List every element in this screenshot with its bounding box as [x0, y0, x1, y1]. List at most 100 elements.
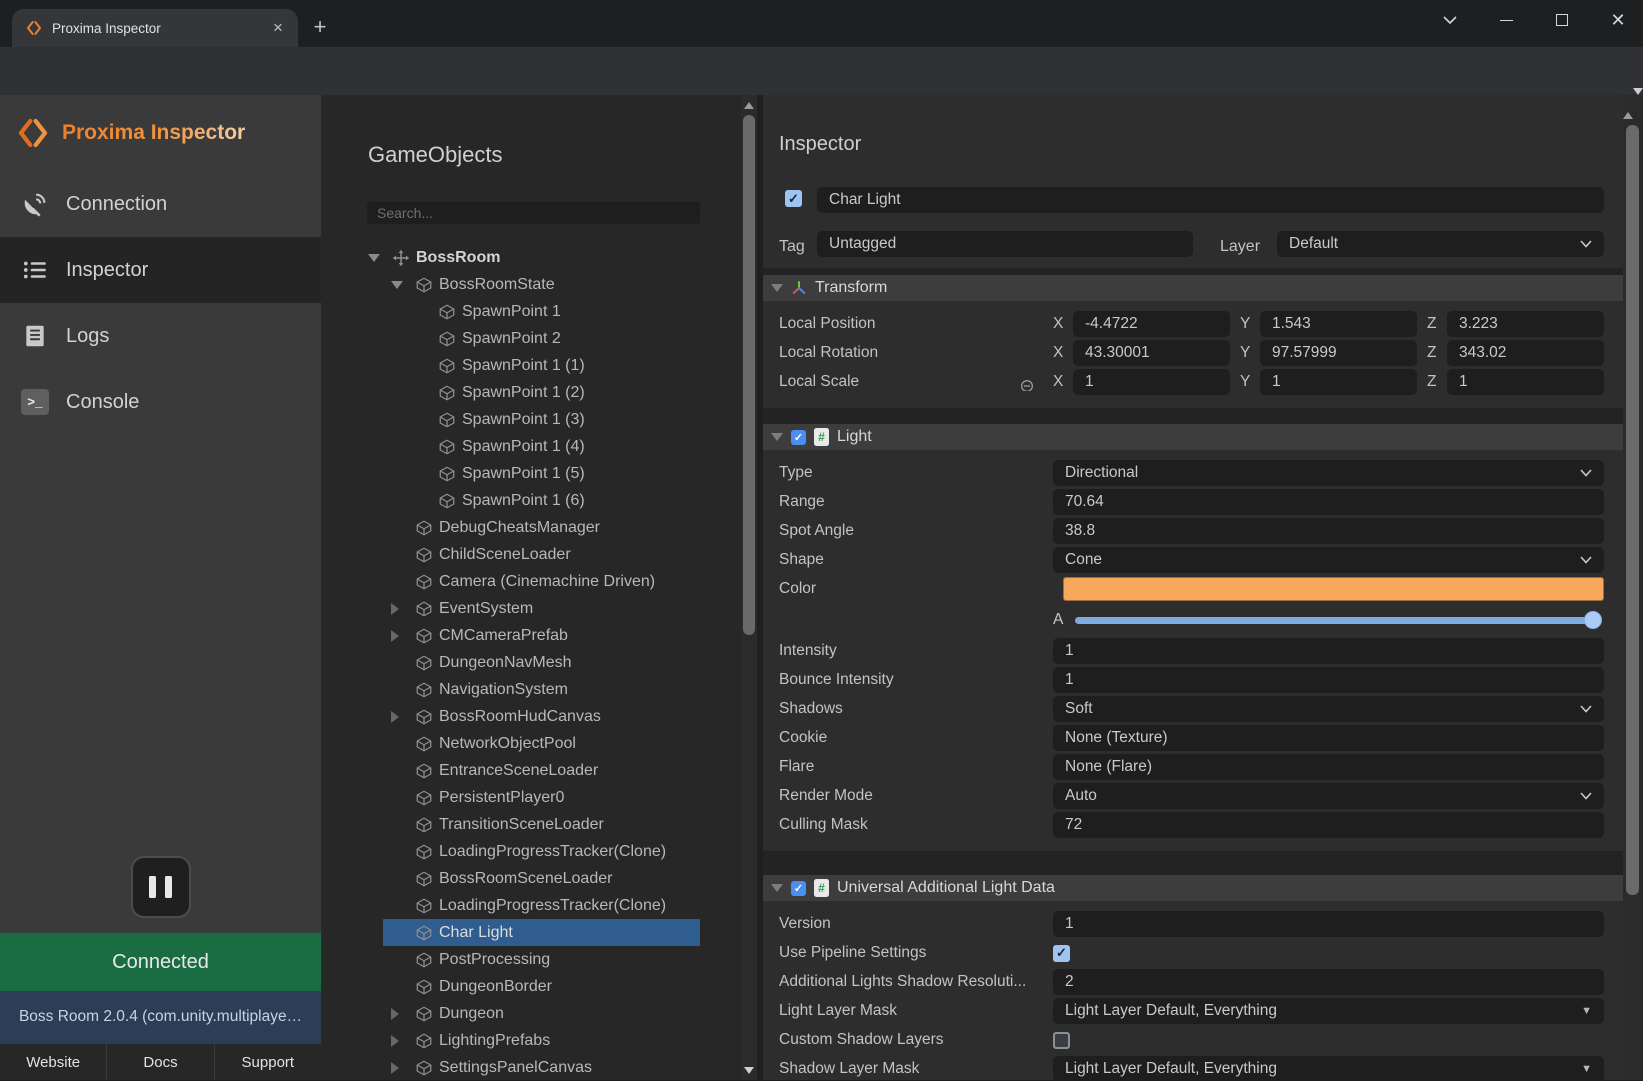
foldout-triangle-icon[interactable] — [771, 884, 783, 892]
tag-input[interactable]: Untagged — [817, 231, 1193, 257]
slider-track[interactable] — [1075, 617, 1600, 624]
tree-item[interactable]: EventSystem — [322, 595, 741, 622]
tree-item[interactable]: NetworkObjectPool — [322, 730, 741, 757]
window-minimize-button[interactable] — [1489, 5, 1523, 35]
vector-y-input[interactable]: 1 — [1260, 369, 1417, 395]
component-enabled-checkbox[interactable]: ✓ — [791, 881, 806, 896]
window-menu-chevron-icon[interactable] — [1433, 5, 1467, 35]
property-input[interactable]: 1 — [1053, 911, 1604, 937]
object-enabled-checkbox[interactable]: ✓ — [785, 190, 802, 207]
component-enabled-checkbox[interactable]: ✓ — [791, 430, 806, 445]
property-input[interactable]: None (Texture) — [1053, 725, 1604, 751]
property-input[interactable]: 2 — [1053, 969, 1604, 995]
footer-link-docs[interactable]: Docs — [107, 1044, 214, 1080]
sidebar-item-console[interactable]: >_Console — [0, 369, 321, 435]
tree-item[interactable]: Camera (Cinemachine Driven) — [322, 568, 741, 595]
tree-item[interactable]: TransitionSceneLoader — [322, 811, 741, 838]
pause-button[interactable] — [131, 856, 191, 918]
property-input[interactable]: 1 — [1053, 667, 1604, 693]
window-close-button[interactable]: ✕ — [1601, 5, 1635, 35]
scroll-up-icon[interactable] — [1623, 95, 1633, 119]
tree-item[interactable]: LoadingProgressTracker(Clone) — [322, 892, 741, 919]
footer-link-support[interactable]: Support — [215, 1044, 321, 1080]
property-select[interactable]: Cone — [1053, 547, 1604, 573]
property-input[interactable]: 70.64 — [1053, 489, 1604, 515]
tree-collapse-icon[interactable] — [391, 711, 415, 723]
tree-item[interactable]: LightingPrefabs — [322, 1027, 741, 1054]
gameobjects-scrollbar[interactable] — [741, 95, 757, 1080]
tree-item[interactable]: SpawnPoint 1 (4) — [322, 433, 741, 460]
vector-z-input[interactable]: 1 — [1447, 369, 1604, 395]
property-checkbox[interactable] — [1053, 1032, 1070, 1049]
vector-y-input[interactable]: 97.57999 — [1260, 340, 1417, 366]
property-mask-dropdown[interactable]: Light Layer Default, Everything▼ — [1053, 1056, 1604, 1080]
tree-item[interactable]: Dungeon — [322, 1000, 741, 1027]
component-header[interactable]: Transform — [763, 275, 1623, 301]
tree-item[interactable]: DebugCheatsManager — [322, 514, 741, 541]
tree-item[interactable]: EntranceSceneLoader — [322, 757, 741, 784]
tree-item[interactable]: SpawnPoint 2 — [322, 325, 741, 352]
property-select[interactable]: Directional — [1053, 460, 1604, 486]
foldout-triangle-icon[interactable] — [771, 433, 783, 441]
property-mask-dropdown[interactable]: Light Layer Default, Everything▼ — [1053, 998, 1604, 1024]
property-input[interactable]: None (Flare) — [1053, 754, 1604, 780]
tree-item[interactable]: BossRoomHudCanvas — [322, 703, 741, 730]
alpha-slider[interactable]: A — [1053, 607, 1604, 633]
tree-item[interactable]: NavigationSystem — [322, 676, 741, 703]
sidebar-item-inspector[interactable]: Inspector — [0, 237, 321, 303]
color-swatch[interactable] — [1063, 577, 1604, 601]
scrollbar-thumb[interactable] — [743, 115, 755, 635]
tree-item[interactable]: SpawnPoint 1 (3) — [322, 406, 741, 433]
scrollbar-thumb[interactable] — [1626, 125, 1639, 895]
vector-z-input[interactable]: 3.223 — [1447, 311, 1604, 337]
tree-item[interactable]: BossRoom — [322, 244, 741, 271]
tree-item[interactable]: SpawnPoint 1 (2) — [322, 379, 741, 406]
tree-collapse-icon[interactable] — [391, 1062, 415, 1074]
property-input[interactable]: 72 — [1053, 812, 1604, 838]
tree-collapse-icon[interactable] — [391, 603, 415, 615]
tree-item[interactable]: LoadingProgressTracker(Clone) — [322, 838, 741, 865]
scroll-down-icon[interactable] — [741, 1062, 757, 1078]
link-icon[interactable] — [1019, 378, 1035, 391]
tree-item[interactable]: CMCameraPrefab — [322, 622, 741, 649]
scroll-down-icon[interactable] — [1633, 88, 1643, 112]
property-checkbox[interactable]: ✓ — [1053, 945, 1070, 962]
vector-x-input[interactable]: -4.4722 — [1073, 311, 1230, 337]
tree-collapse-icon[interactable] — [391, 1035, 415, 1047]
tree-expand-icon[interactable] — [391, 281, 415, 289]
tree-item[interactable]: DungeonBorder — [322, 973, 741, 1000]
foldout-triangle-icon[interactable] — [771, 284, 783, 292]
tree-item[interactable]: SpawnPoint 1 — [322, 298, 741, 325]
tree-item[interactable]: PostProcessing — [322, 946, 741, 973]
footer-link-website[interactable]: Website — [0, 1044, 107, 1080]
sidebar-item-logs[interactable]: Logs — [0, 303, 321, 369]
tab-close-icon[interactable]: × — [268, 18, 288, 38]
tree-item[interactable]: ChildSceneLoader — [322, 541, 741, 568]
slider-thumb[interactable] — [1584, 611, 1602, 629]
vector-x-input[interactable]: 43.30001 — [1073, 340, 1230, 366]
object-name-field[interactable]: Char Light — [817, 187, 1604, 213]
tree-collapse-icon[interactable] — [391, 630, 415, 642]
property-input[interactable]: 1 — [1053, 638, 1604, 664]
gameobjects-search-input[interactable] — [367, 202, 700, 224]
vector-y-input[interactable]: 1.543 — [1260, 311, 1417, 337]
tree-item[interactable]: BossRoomState — [322, 271, 741, 298]
vector-x-input[interactable]: 1 — [1073, 369, 1230, 395]
inspector-scrollbar[interactable] — [1623, 95, 1643, 1080]
scroll-up-icon[interactable] — [741, 97, 757, 113]
tree-expand-icon[interactable] — [368, 254, 392, 262]
tree-item[interactable]: PersistentPlayer0 — [322, 784, 741, 811]
new-tab-button[interactable]: + — [306, 14, 334, 42]
tree-item[interactable]: SettingsPanelCanvas — [322, 1054, 741, 1081]
tree-item[interactable]: SpawnPoint 1 (6) — [322, 487, 741, 514]
component-header[interactable]: ✓#Light — [763, 424, 1623, 450]
property-select[interactable]: Auto — [1053, 783, 1604, 809]
window-maximize-button[interactable] — [1545, 5, 1579, 35]
property-input[interactable]: 38.8 — [1053, 518, 1604, 544]
property-select[interactable]: Soft — [1053, 696, 1604, 722]
browser-tab[interactable]: Proxima Inspector × — [12, 9, 298, 47]
tree-item[interactable]: BossRoomSceneLoader — [322, 865, 741, 892]
tree-item[interactable]: SpawnPoint 1 (1) — [322, 352, 741, 379]
component-header[interactable]: ✓#Universal Additional Light Data — [763, 875, 1623, 901]
vector-z-input[interactable]: 343.02 — [1447, 340, 1604, 366]
